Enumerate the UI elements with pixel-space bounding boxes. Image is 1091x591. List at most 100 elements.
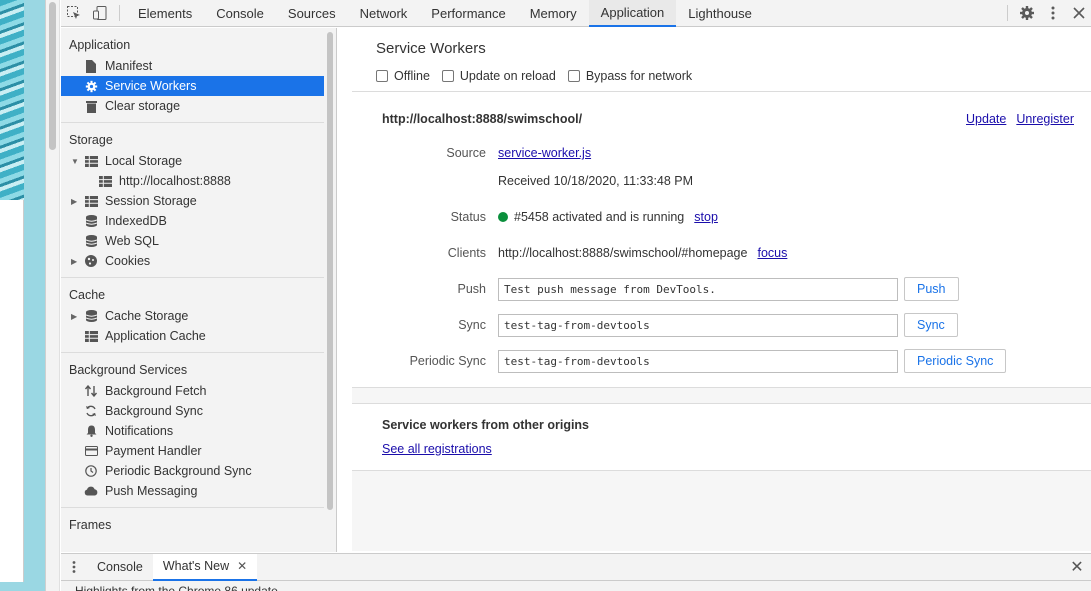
status-dot-icon xyxy=(498,212,508,222)
toolbar-divider-right xyxy=(1007,5,1008,21)
sync-label: Sync xyxy=(458,318,486,332)
sidebar-item-local-storage[interactable]: ▼ Local Storage xyxy=(61,151,336,171)
periodic-sync-button[interactable]: Periodic Sync xyxy=(904,349,1007,373)
sidebar-item-web-sql[interactable]: Web SQL xyxy=(61,231,336,251)
sidebar-item-periodic-background-sync[interactable]: Periodic Background Sync xyxy=(61,461,336,481)
page-scrollbar[interactable] xyxy=(46,0,60,591)
sidebar-item-service-workers[interactable]: Service Workers xyxy=(61,76,336,96)
sync-button[interactable]: Sync xyxy=(904,313,958,337)
page-title: Service Workers xyxy=(376,40,486,57)
sidebar-item-background-fetch[interactable]: Background Fetch xyxy=(61,381,336,401)
source-label: Source xyxy=(446,146,486,160)
sidebar-item-label: Cache Storage xyxy=(105,309,189,323)
see-all-registrations-link[interactable]: See all registrations xyxy=(382,442,492,456)
sidebar-item-notifications[interactable]: Notifications xyxy=(61,421,336,441)
sidebar-item-manifest[interactable]: Manifest xyxy=(61,56,336,76)
tab-application[interactable]: Application xyxy=(588,0,677,27)
options-row: Offline Update on reload Bypass for netw… xyxy=(376,69,1091,83)
inspect-icon[interactable] xyxy=(61,0,87,26)
tab-lighthouse[interactable]: Lighthouse xyxy=(676,0,764,27)
expand-right-icon[interactable]: ▶ xyxy=(71,197,81,206)
file-icon xyxy=(83,59,99,73)
section-divider xyxy=(61,122,336,123)
page-scrollbar-thumb[interactable] xyxy=(49,2,56,150)
push-label: Push xyxy=(457,282,487,296)
sync-input[interactable]: test-tag-from-devtools xyxy=(498,314,898,337)
periodic-sync-label: Periodic Sync xyxy=(409,354,486,368)
push-button[interactable]: Push xyxy=(904,277,959,301)
checkbox-box[interactable] xyxy=(567,70,580,82)
tab-sources[interactable]: Sources xyxy=(276,0,348,27)
checkbox-box[interactable] xyxy=(376,70,388,82)
section-divider xyxy=(61,352,336,353)
sidebar-item-session-storage[interactable]: ▶ Session Storage xyxy=(61,191,336,211)
expand-down-icon[interactable]: ▼ xyxy=(71,157,81,166)
bell-icon xyxy=(83,424,99,438)
tab-performance[interactable]: Performance xyxy=(419,0,517,27)
source-link[interactable]: service-worker.js xyxy=(498,146,591,160)
sidebar-item-cache-storage[interactable]: ▶ Cache Storage xyxy=(61,306,336,326)
client-url: http://localhost:8888/swimschool/#homepa… xyxy=(498,246,748,260)
source-value: service-worker.js xyxy=(498,146,591,160)
trash-icon xyxy=(83,99,99,113)
sidebar-item-cookies[interactable]: ▶ Cookies xyxy=(61,251,336,271)
sidebar-item-payment-handler[interactable]: Payment Handler xyxy=(61,441,336,461)
sidebar-item-indexeddb[interactable]: IndexedDB xyxy=(61,211,336,231)
expand-right-icon[interactable]: ▶ xyxy=(71,257,81,266)
drawer-tab-console[interactable]: Console xyxy=(87,554,153,581)
device-toggle-icon[interactable] xyxy=(87,0,113,26)
service-worker-scope: http://localhost:8888/swimschool/ xyxy=(382,112,583,126)
status-text: #5458 activated and is running xyxy=(514,210,685,224)
tab-console[interactable]: Console xyxy=(204,0,276,27)
service-worker-actions: Update Unregister xyxy=(956,112,1074,126)
update-on-reload-checkbox[interactable]: Update on reload xyxy=(441,69,556,83)
offline-checkbox[interactable]: Offline xyxy=(376,69,430,83)
sidebar-item-label: Clear storage xyxy=(105,99,181,113)
bottom-drawer: Console What's New ✕ ✕ Highlights from t… xyxy=(61,553,1091,591)
sidebar-item-label: Cookies xyxy=(105,254,151,268)
application-sidebar: Application Manifest Service Workers Cle… xyxy=(61,28,337,552)
sidebar-item-label: Session Storage xyxy=(105,194,197,208)
checkbox-label: Bypass for network xyxy=(585,69,693,83)
close-drawer-icon[interactable]: ✕ xyxy=(1062,557,1091,577)
section-gap xyxy=(352,388,1091,404)
clock-icon xyxy=(83,464,99,478)
database-icon xyxy=(83,234,99,248)
focus-link[interactable]: focus xyxy=(757,246,787,260)
other-origins-title: Service workers from other origins xyxy=(382,418,590,432)
clients-label: Clients xyxy=(447,246,486,260)
sidebar-item-local-storage-origin[interactable]: http://localhost:8888 xyxy=(61,171,336,191)
periodic-sync-input[interactable]: test-tag-from-devtools xyxy=(498,350,898,373)
sidebar-item-application-cache[interactable]: Application Cache xyxy=(61,326,336,346)
sidebar-item-label: Service Workers xyxy=(105,79,197,93)
push-input[interactable]: Test push message from DevTools. xyxy=(498,278,898,301)
update-link[interactable]: Update xyxy=(966,112,1006,126)
drawer-tab-whats-new[interactable]: What's New ✕ xyxy=(152,553,258,581)
stop-link[interactable]: stop xyxy=(694,210,718,224)
sidebar-item-label: Background Fetch xyxy=(105,384,207,398)
section-divider xyxy=(61,507,336,508)
sidebar-scrollbar-thumb[interactable] xyxy=(327,32,333,510)
checkbox-box[interactable] xyxy=(441,70,454,82)
section-storage-title: Storage xyxy=(69,133,113,147)
close-icon[interactable] xyxy=(1066,0,1091,26)
sidebar-item-push-messaging[interactable]: Push Messaging xyxy=(61,481,336,501)
tab-elements[interactable]: Elements xyxy=(126,0,204,27)
expand-right-icon[interactable]: ▶ xyxy=(71,312,81,321)
unregister-link[interactable]: Unregister xyxy=(1016,112,1074,126)
toolbar-divider xyxy=(119,5,120,21)
sidebar-item-clear-storage[interactable]: Clear storage xyxy=(61,96,336,116)
drawer-menu-icon[interactable] xyxy=(61,554,87,580)
close-tab-icon[interactable]: ✕ xyxy=(237,559,247,573)
settings-gear-icon[interactable] xyxy=(1014,0,1040,26)
received-time: Received 10/18/2020, 11:33:48 PM xyxy=(498,174,694,188)
tab-network[interactable]: Network xyxy=(348,0,420,27)
sync-icon xyxy=(83,404,99,418)
sidebar-item-background-sync[interactable]: Background Sync xyxy=(61,401,336,421)
more-vert-icon[interactable] xyxy=(1040,0,1066,26)
status-label: Status xyxy=(450,210,486,224)
tab-memory[interactable]: Memory xyxy=(518,0,589,27)
sidebar-scrollbar[interactable] xyxy=(324,30,336,552)
bypass-for-network-checkbox[interactable]: Bypass for network xyxy=(567,69,693,83)
service-workers-panel: Service Workers Offline Update on reload… xyxy=(352,28,1091,552)
